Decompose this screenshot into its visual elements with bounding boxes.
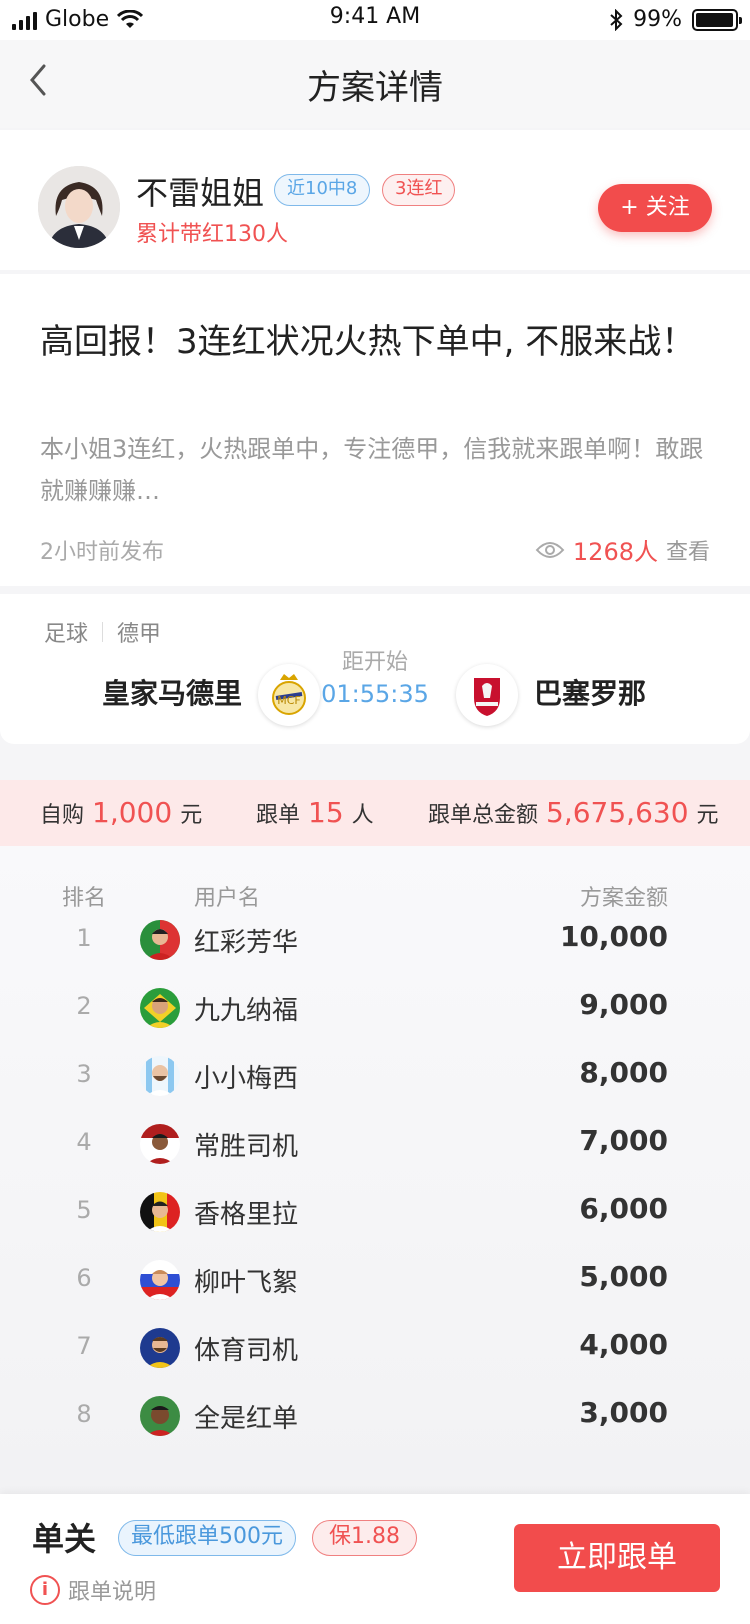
table-row[interactable]: 6 柳叶飞絮 5,000	[0, 1244, 750, 1314]
table-row[interactable]: 1 红彩芳华 10,000	[0, 904, 750, 974]
plan-amount: 3,000	[579, 1396, 668, 1429]
article-title: 高回报！3连红状况火热下单中, 不服来战！	[40, 322, 696, 362]
user-avatar	[140, 988, 180, 1028]
user-name: 红彩芳华	[194, 928, 299, 958]
table-row[interactable]: 8 全是红单 3,000	[0, 1380, 750, 1450]
plan-amount: 5,000	[579, 1260, 668, 1293]
rank-number: 6	[76, 1264, 92, 1292]
user-avatar	[140, 920, 180, 960]
eye-icon	[535, 541, 565, 558]
view-count-value: 1268人	[572, 538, 658, 566]
total-amount-label: 跟单总金额	[428, 803, 539, 828]
author-avatar[interactable]	[38, 166, 120, 248]
user-avatar	[140, 1396, 180, 1436]
table-row[interactable]: 5 香格里拉 6,000	[0, 1176, 750, 1246]
user-name: 九九纳福	[194, 996, 299, 1026]
liverpool-crest-icon	[456, 664, 518, 726]
user-name: 常胜司机	[194, 1132, 299, 1162]
total-amount-stat: 跟单总金额 5,675,630 元	[428, 796, 719, 829]
followers-stat: 跟单 15 人	[256, 796, 374, 829]
plan-amount: 4,000	[579, 1328, 668, 1361]
follow-help-label: 跟单说明	[68, 1580, 157, 1605]
status-right: 99%	[609, 7, 742, 32]
follow-help-link[interactable]: i 跟单说明	[30, 1574, 156, 1606]
table-row[interactable]: 7 体育司机 4,000	[0, 1312, 750, 1382]
battery-percent: 99%	[633, 7, 682, 32]
follower-ranking: 排名 用户名 方案金额 1 红彩芳华 10,000 2 九九纳福 9,000 3…	[0, 846, 750, 1496]
user-avatar	[140, 1328, 180, 1368]
self-purchase-value: 1,000	[92, 796, 173, 829]
info-icon: i	[30, 1575, 60, 1605]
divider	[102, 622, 104, 642]
followers-value: 15	[308, 796, 344, 829]
plan-amount: 8,000	[579, 1056, 668, 1089]
table-row[interactable]: 3 小小梅西 8,000	[0, 1040, 750, 1110]
article-description: 本小姐3连红，火热跟单中，专注德甲，信我就来跟单啊！敢跟就赚赚赚…	[40, 435, 704, 505]
match-card[interactable]: 足球 德甲 皇家马德里 MCF 距开始 01:55:35 巴塞罗那	[0, 594, 750, 744]
rank-number: 7	[76, 1332, 92, 1360]
table-row[interactable]: 4 常胜司机 7,000	[0, 1108, 750, 1178]
followers-unit: 人	[351, 803, 374, 828]
follow-button[interactable]: + 关注	[598, 184, 712, 232]
author-stats: 累计带红130人	[136, 222, 288, 247]
follow-now-button[interactable]: 立即跟单	[514, 1524, 720, 1592]
status-bar: Globe 9:41 AM 99%	[0, 0, 750, 40]
followers-label: 跟单	[256, 803, 301, 828]
user-avatar	[140, 1260, 180, 1300]
self-purchase-unit: 元	[180, 803, 203, 828]
publish-time: 2小时前发布	[40, 540, 164, 565]
recent-record-badge: 近10中8	[274, 174, 371, 206]
article-card: 高回报！3连红状况火热下单中, 不服来战！ 本小姐3连红，火热跟单中，专注德甲，…	[0, 274, 750, 586]
min-follow-badge: 最低跟单500元	[118, 1520, 296, 1556]
plan-amount: 6,000	[579, 1192, 668, 1225]
self-purchase-stat: 自购 1,000 元	[40, 796, 202, 829]
total-amount-unit: 元	[696, 803, 719, 828]
rank-number: 2	[76, 992, 92, 1020]
user-avatar	[140, 1192, 180, 1232]
plan-amount: 9,000	[579, 988, 668, 1021]
view-count: 1268人 查看	[535, 532, 710, 567]
bluetooth-icon	[610, 8, 623, 31]
battery-icon	[692, 8, 742, 31]
author-card: 不雷姐姐 近10中8 3连红 累计带红130人 + 关注	[0, 130, 750, 270]
user-name: 小小梅西	[194, 1064, 299, 1094]
user-name: 香格里拉	[194, 1200, 299, 1230]
away-team-name: 巴塞罗那	[534, 677, 647, 710]
plan-amount: 10,000	[559, 920, 668, 953]
self-purchase-label: 自购	[40, 803, 85, 828]
author-name: 不雷姐姐	[136, 174, 265, 212]
user-avatar	[140, 1124, 180, 1164]
user-avatar	[140, 1056, 180, 1096]
user-name: 全是红单	[194, 1404, 299, 1434]
bet-type-label: 单关	[32, 1520, 97, 1558]
total-amount-value: 5,675,630	[546, 796, 689, 829]
streak-badge: 3连红	[382, 174, 456, 206]
rank-number: 8	[76, 1400, 92, 1428]
nav-bar: 方案详情	[0, 40, 750, 128]
plan-amount: 7,000	[579, 1124, 668, 1157]
rank-number: 3	[76, 1060, 92, 1088]
table-row[interactable]: 2 九九纳福 9,000	[0, 972, 750, 1042]
user-name: 体育司机	[194, 1336, 299, 1366]
rank-number: 1	[76, 924, 92, 952]
order-stats-bar: 自购 1,000 元 跟单 15 人 跟单总金额 5,675,630 元	[0, 780, 750, 846]
user-name: 柳叶飞絮	[194, 1268, 299, 1298]
view-label: 查看	[665, 539, 710, 565]
rank-number: 5	[76, 1196, 92, 1224]
rank-number: 4	[76, 1128, 92, 1156]
guarantee-badge: 保1.88	[312, 1520, 417, 1556]
page-title: 方案详情	[307, 68, 443, 108]
bottom-action-bar: 单关 最低跟单500元 保1.88 i 跟单说明 立即跟单	[0, 1494, 750, 1624]
